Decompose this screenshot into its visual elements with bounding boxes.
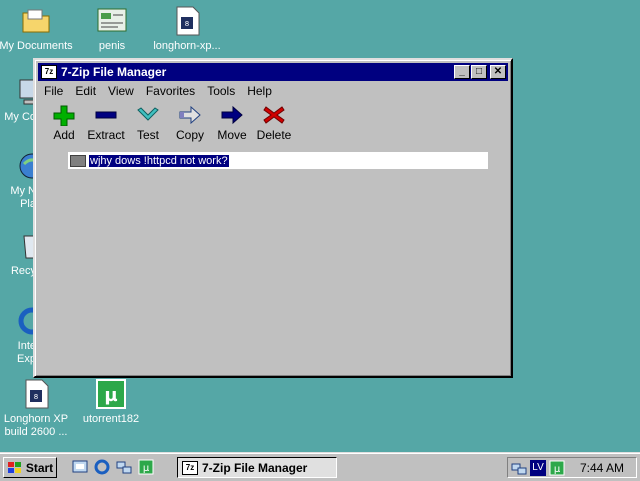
- 7zip-icon: 7z: [182, 460, 198, 475]
- windows-logo-icon: [7, 461, 21, 473]
- maximize-button[interactable]: □: [471, 65, 487, 79]
- start-button[interactable]: Start: [3, 457, 57, 478]
- desktop-icon-penis[interactable]: penis: [72, 5, 152, 53]
- quick-launch: µ: [72, 459, 154, 475]
- menu-help[interactable]: Help: [241, 84, 278, 98]
- plus-icon: [53, 105, 75, 126]
- file-manager-window[interactable]: 7z 7-Zip File Manager _ □ ✕ File Edit Vi…: [33, 58, 513, 378]
- desktop-icon-my-computer[interactable]: My Co: [0, 76, 36, 124]
- delete-button[interactable]: Delete: [253, 104, 295, 142]
- svg-text:µ: µ: [554, 464, 561, 475]
- taskbar: Start µ 7z 7-Zip File Manager LV µ 7:44 …: [0, 452, 640, 481]
- copy-button[interactable]: Copy: [169, 104, 211, 142]
- language-indicator[interactable]: LV: [530, 459, 546, 476]
- list-item[interactable]: wjhy dows !httpcd not work?: [68, 152, 488, 169]
- internet-explorer-icon[interactable]: [94, 459, 110, 475]
- 7zip-icon: 7z: [41, 65, 57, 79]
- menu-favorites[interactable]: Favorites: [140, 84, 201, 98]
- svg-text:µ: µ: [104, 385, 117, 406]
- desktop-icon-my-documents[interactable]: My Documents: [0, 5, 76, 53]
- taskbar-button-label: 7-Zip File Manager: [202, 460, 308, 475]
- delete-x-icon: [263, 106, 285, 124]
- document-icon: [96, 5, 128, 37]
- add-button[interactable]: Add: [43, 104, 85, 142]
- rename-input[interactable]: wjhy dows !httpcd not work?: [89, 154, 229, 167]
- utorrent-tray-icon[interactable]: µ: [549, 460, 565, 476]
- menu-bar: File Edit View Favorites Tools Help: [38, 82, 508, 100]
- title-bar[interactable]: 7z 7-Zip File Manager _ □ ✕: [38, 63, 508, 81]
- svg-text:8: 8: [34, 393, 38, 401]
- taskbar-button-7zip[interactable]: 7z 7-Zip File Manager: [177, 457, 337, 478]
- desktop-icon-my-network[interactable]: My N Pla: [0, 150, 36, 211]
- minus-icon: [95, 111, 117, 119]
- menu-file[interactable]: File: [38, 84, 69, 98]
- move-label: Move: [217, 128, 247, 142]
- network-tray-icon[interactable]: [511, 460, 527, 476]
- move-arrow-icon: [221, 105, 243, 125]
- folder-icon: [70, 154, 86, 167]
- delete-label: Delete: [256, 128, 292, 142]
- test-label: Test: [136, 128, 159, 142]
- add-label: Add: [53, 128, 75, 142]
- toolbar: Add Extract Test Copy Move Delete: [43, 104, 295, 142]
- move-button[interactable]: Move: [211, 104, 253, 142]
- menu-view[interactable]: View: [102, 84, 140, 98]
- extract-label: Extract: [87, 128, 125, 142]
- desktop-icon-longhorn-xp[interactable]: 8 longhorn-xp...: [147, 5, 227, 53]
- minimize-button[interactable]: _: [454, 65, 470, 79]
- document-icon: 8: [171, 5, 203, 37]
- window-title: 7-Zip File Manager: [61, 65, 167, 79]
- desktop-icon-internet-explorer[interactable]: Inte Exp: [0, 305, 36, 366]
- svg-text:µ: µ: [143, 463, 150, 474]
- menu-tools[interactable]: Tools: [201, 84, 241, 98]
- check-icon: [137, 107, 159, 121]
- desktop-icon-utorrent[interactable]: µ utorrent182: [71, 378, 151, 426]
- svg-text:8: 8: [185, 20, 189, 28]
- utorrent-icon[interactable]: µ: [138, 459, 154, 475]
- show-desktop-icon[interactable]: [72, 459, 88, 475]
- file-list[interactable]: wjhy dows !httpcd not work?: [68, 152, 488, 169]
- menu-edit[interactable]: Edit: [69, 84, 102, 98]
- clock[interactable]: 7:44 AM: [580, 461, 624, 475]
- folder-icon: [20, 5, 52, 37]
- close-button[interactable]: ✕: [490, 65, 506, 79]
- system-tray: LV µ 7:44 AM: [507, 457, 637, 478]
- copy-arrow-icon: [179, 105, 201, 125]
- start-label: Start: [25, 460, 54, 475]
- network-icon[interactable]: [116, 459, 132, 475]
- copy-label: Copy: [175, 128, 204, 142]
- extract-button[interactable]: Extract: [85, 104, 127, 142]
- test-button[interactable]: Test: [127, 104, 169, 142]
- desktop-icon-longhorn-build[interactable]: 8 Longhorn XP build 2600 ...: [0, 378, 76, 439]
- utorrent-icon: µ: [95, 378, 127, 410]
- document-icon: 8: [20, 378, 52, 410]
- desktop-icon-recycle-bin[interactable]: Recy: [0, 230, 36, 278]
